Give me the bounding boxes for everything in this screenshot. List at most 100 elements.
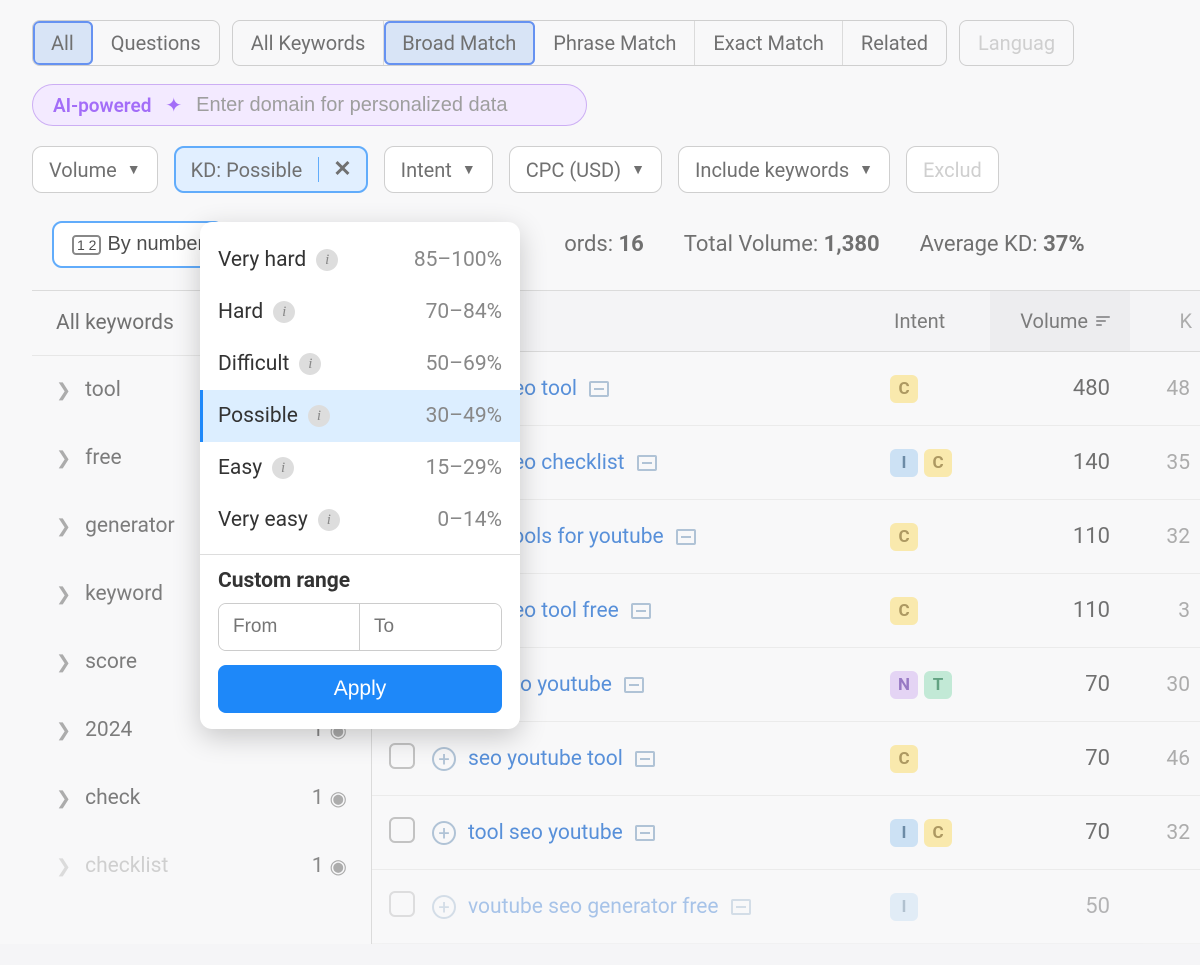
filter-kd[interactable]: KD: Possible ✕ xyxy=(174,146,368,193)
filter-kd-label: KD: Possible xyxy=(191,158,303,182)
intent-badge-I: I xyxy=(890,449,918,477)
serp-icon[interactable] xyxy=(731,899,751,915)
serp-icon[interactable] xyxy=(589,381,609,397)
filter-intent[interactable]: Intent ▼ xyxy=(384,146,493,193)
filter-volume-label: Volume xyxy=(49,158,117,182)
filter-volume[interactable]: Volume ▼ xyxy=(32,146,158,193)
sidebar-item-check[interactable]: ❯check1◉ xyxy=(32,764,371,832)
chevron-right-icon: ❯ xyxy=(56,448,71,469)
tab-all[interactable]: All xyxy=(33,21,93,65)
domain-input[interactable] xyxy=(196,94,576,117)
filter-cpc-label: CPC (USD) xyxy=(526,158,621,182)
filter-bar: Volume ▼ KD: Possible ✕ Intent ▼ CPC (US… xyxy=(32,146,1200,193)
serp-icon[interactable] xyxy=(624,677,644,693)
plus-icon[interactable]: + xyxy=(432,747,456,771)
info-icon[interactable]: i xyxy=(299,353,321,375)
volume-cell: 140 xyxy=(990,450,1130,475)
kd-cell: 3 xyxy=(1130,599,1200,623)
chevron-down-icon: ▼ xyxy=(631,161,645,178)
sidebar-item-label: free xyxy=(85,446,122,470)
serp-icon[interactable] xyxy=(631,603,651,619)
tab-broad-match[interactable]: Broad Match xyxy=(384,21,535,65)
intent-badge-C: C xyxy=(890,597,918,625)
volume-cell: 480 xyxy=(990,376,1130,401)
kd-option-easy[interactable]: Easyi15–29% xyxy=(200,442,520,494)
filter-intent-label: Intent xyxy=(401,158,452,182)
keyword-link[interactable]: +seo youtube tool xyxy=(432,747,890,771)
row-checkbox[interactable] xyxy=(372,817,432,849)
serp-icon[interactable] xyxy=(676,529,696,545)
tab-questions[interactable]: Questions xyxy=(93,21,219,65)
serp-icon[interactable] xyxy=(637,455,657,471)
intent-cell: C xyxy=(890,523,990,551)
sidebar-item-checklist[interactable]: ❯checklist1◉ xyxy=(32,832,371,900)
info-icon[interactable]: i xyxy=(308,405,330,427)
serp-icon[interactable] xyxy=(635,751,655,767)
intent-badge-C: C xyxy=(924,449,952,477)
tab-language[interactable]: Languag xyxy=(960,21,1073,65)
serp-icon[interactable] xyxy=(635,825,655,841)
intent-cell: I xyxy=(890,893,990,921)
tab-group-questions: All Questions xyxy=(32,20,220,66)
tab-related[interactable]: Related xyxy=(843,21,946,65)
divider xyxy=(200,554,520,555)
kd-option-hard[interactable]: Hardi70–84% xyxy=(200,286,520,338)
info-icon[interactable]: i xyxy=(272,457,294,479)
sidebar-item-label: check xyxy=(85,786,140,810)
tab-group-language: Languag xyxy=(959,20,1074,66)
apply-button[interactable]: Apply xyxy=(218,665,502,713)
row-checkbox[interactable] xyxy=(372,891,432,923)
intent-cell: IC xyxy=(890,819,990,847)
table-row: +voutube seo generator free I 50 xyxy=(372,870,1200,944)
info-icon[interactable]: i xyxy=(318,509,340,531)
sidebar-item-label: keyword xyxy=(85,582,163,606)
col-kd[interactable]: K xyxy=(1130,291,1200,351)
col-volume[interactable]: Volume xyxy=(990,291,1130,351)
kd-cell: 48 xyxy=(1130,377,1200,401)
kd-option-very-hard[interactable]: Very hardi85–100% xyxy=(200,234,520,286)
tab-phrase-match[interactable]: Phrase Match xyxy=(535,21,695,65)
keyword-link[interactable]: +voutube seo generator free xyxy=(432,895,890,919)
close-icon[interactable]: ✕ xyxy=(318,157,365,182)
ai-powered-bar: AI-powered ✦ xyxy=(32,84,587,126)
intent-badge-N: N xyxy=(890,671,918,699)
intent-badge-I: I xyxy=(890,893,918,921)
filter-exclude-label: Exclud xyxy=(923,158,982,182)
kd-cell: 30 xyxy=(1130,673,1200,697)
plus-icon[interactable]: + xyxy=(432,821,456,845)
filter-include[interactable]: Include keywords ▼ xyxy=(678,146,890,193)
kd-option-possible[interactable]: Possiblei30–49% xyxy=(200,390,520,442)
intent-badge-C: C xyxy=(890,375,918,403)
summary-volume: Total Volume: 1,380 xyxy=(684,232,880,257)
sidebar-item-label: score xyxy=(85,650,137,674)
range-to-input[interactable] xyxy=(360,604,501,650)
sidebar-item-label: generator xyxy=(85,514,175,538)
kd-option-label: Very easy xyxy=(218,508,308,532)
kd-option-range: 0–14% xyxy=(437,508,502,532)
info-icon[interactable]: i xyxy=(316,249,338,271)
kd-option-range: 85–100% xyxy=(414,248,502,272)
tab-exact-match[interactable]: Exact Match xyxy=(695,21,843,65)
filter-exclude[interactable]: Exclud xyxy=(906,146,999,193)
row-checkbox[interactable] xyxy=(372,743,432,775)
col-intent[interactable]: Intent xyxy=(890,291,990,351)
kd-option-range: 30–49% xyxy=(426,404,502,428)
intent-badge-I: I xyxy=(890,819,918,847)
range-from-input[interactable] xyxy=(219,604,360,650)
eye-icon: ◉ xyxy=(330,786,347,810)
kd-cell: 32 xyxy=(1130,525,1200,549)
intent-cell: C xyxy=(890,375,990,403)
keyword-link[interactable]: +tool seo youtube xyxy=(432,821,890,845)
tab-all-keywords[interactable]: All Keywords xyxy=(233,21,385,65)
kd-option-difficult[interactable]: Difficulti50–69% xyxy=(200,338,520,390)
sidebar-item-label: 2024 xyxy=(85,718,132,742)
chevron-right-icon: ❯ xyxy=(56,380,71,401)
plus-icon[interactable]: + xyxy=(432,895,456,919)
filter-cpc[interactable]: CPC (USD) ▼ xyxy=(509,146,662,193)
by-number-button[interactable]: 1 2By number xyxy=(52,221,224,268)
custom-range-inputs xyxy=(218,603,502,651)
filter-include-label: Include keywords xyxy=(695,158,849,182)
kd-option-very-easy[interactable]: Very easy i 0–14% xyxy=(200,494,520,546)
chevron-down-icon: ▼ xyxy=(462,161,476,178)
info-icon[interactable]: i xyxy=(273,301,295,323)
